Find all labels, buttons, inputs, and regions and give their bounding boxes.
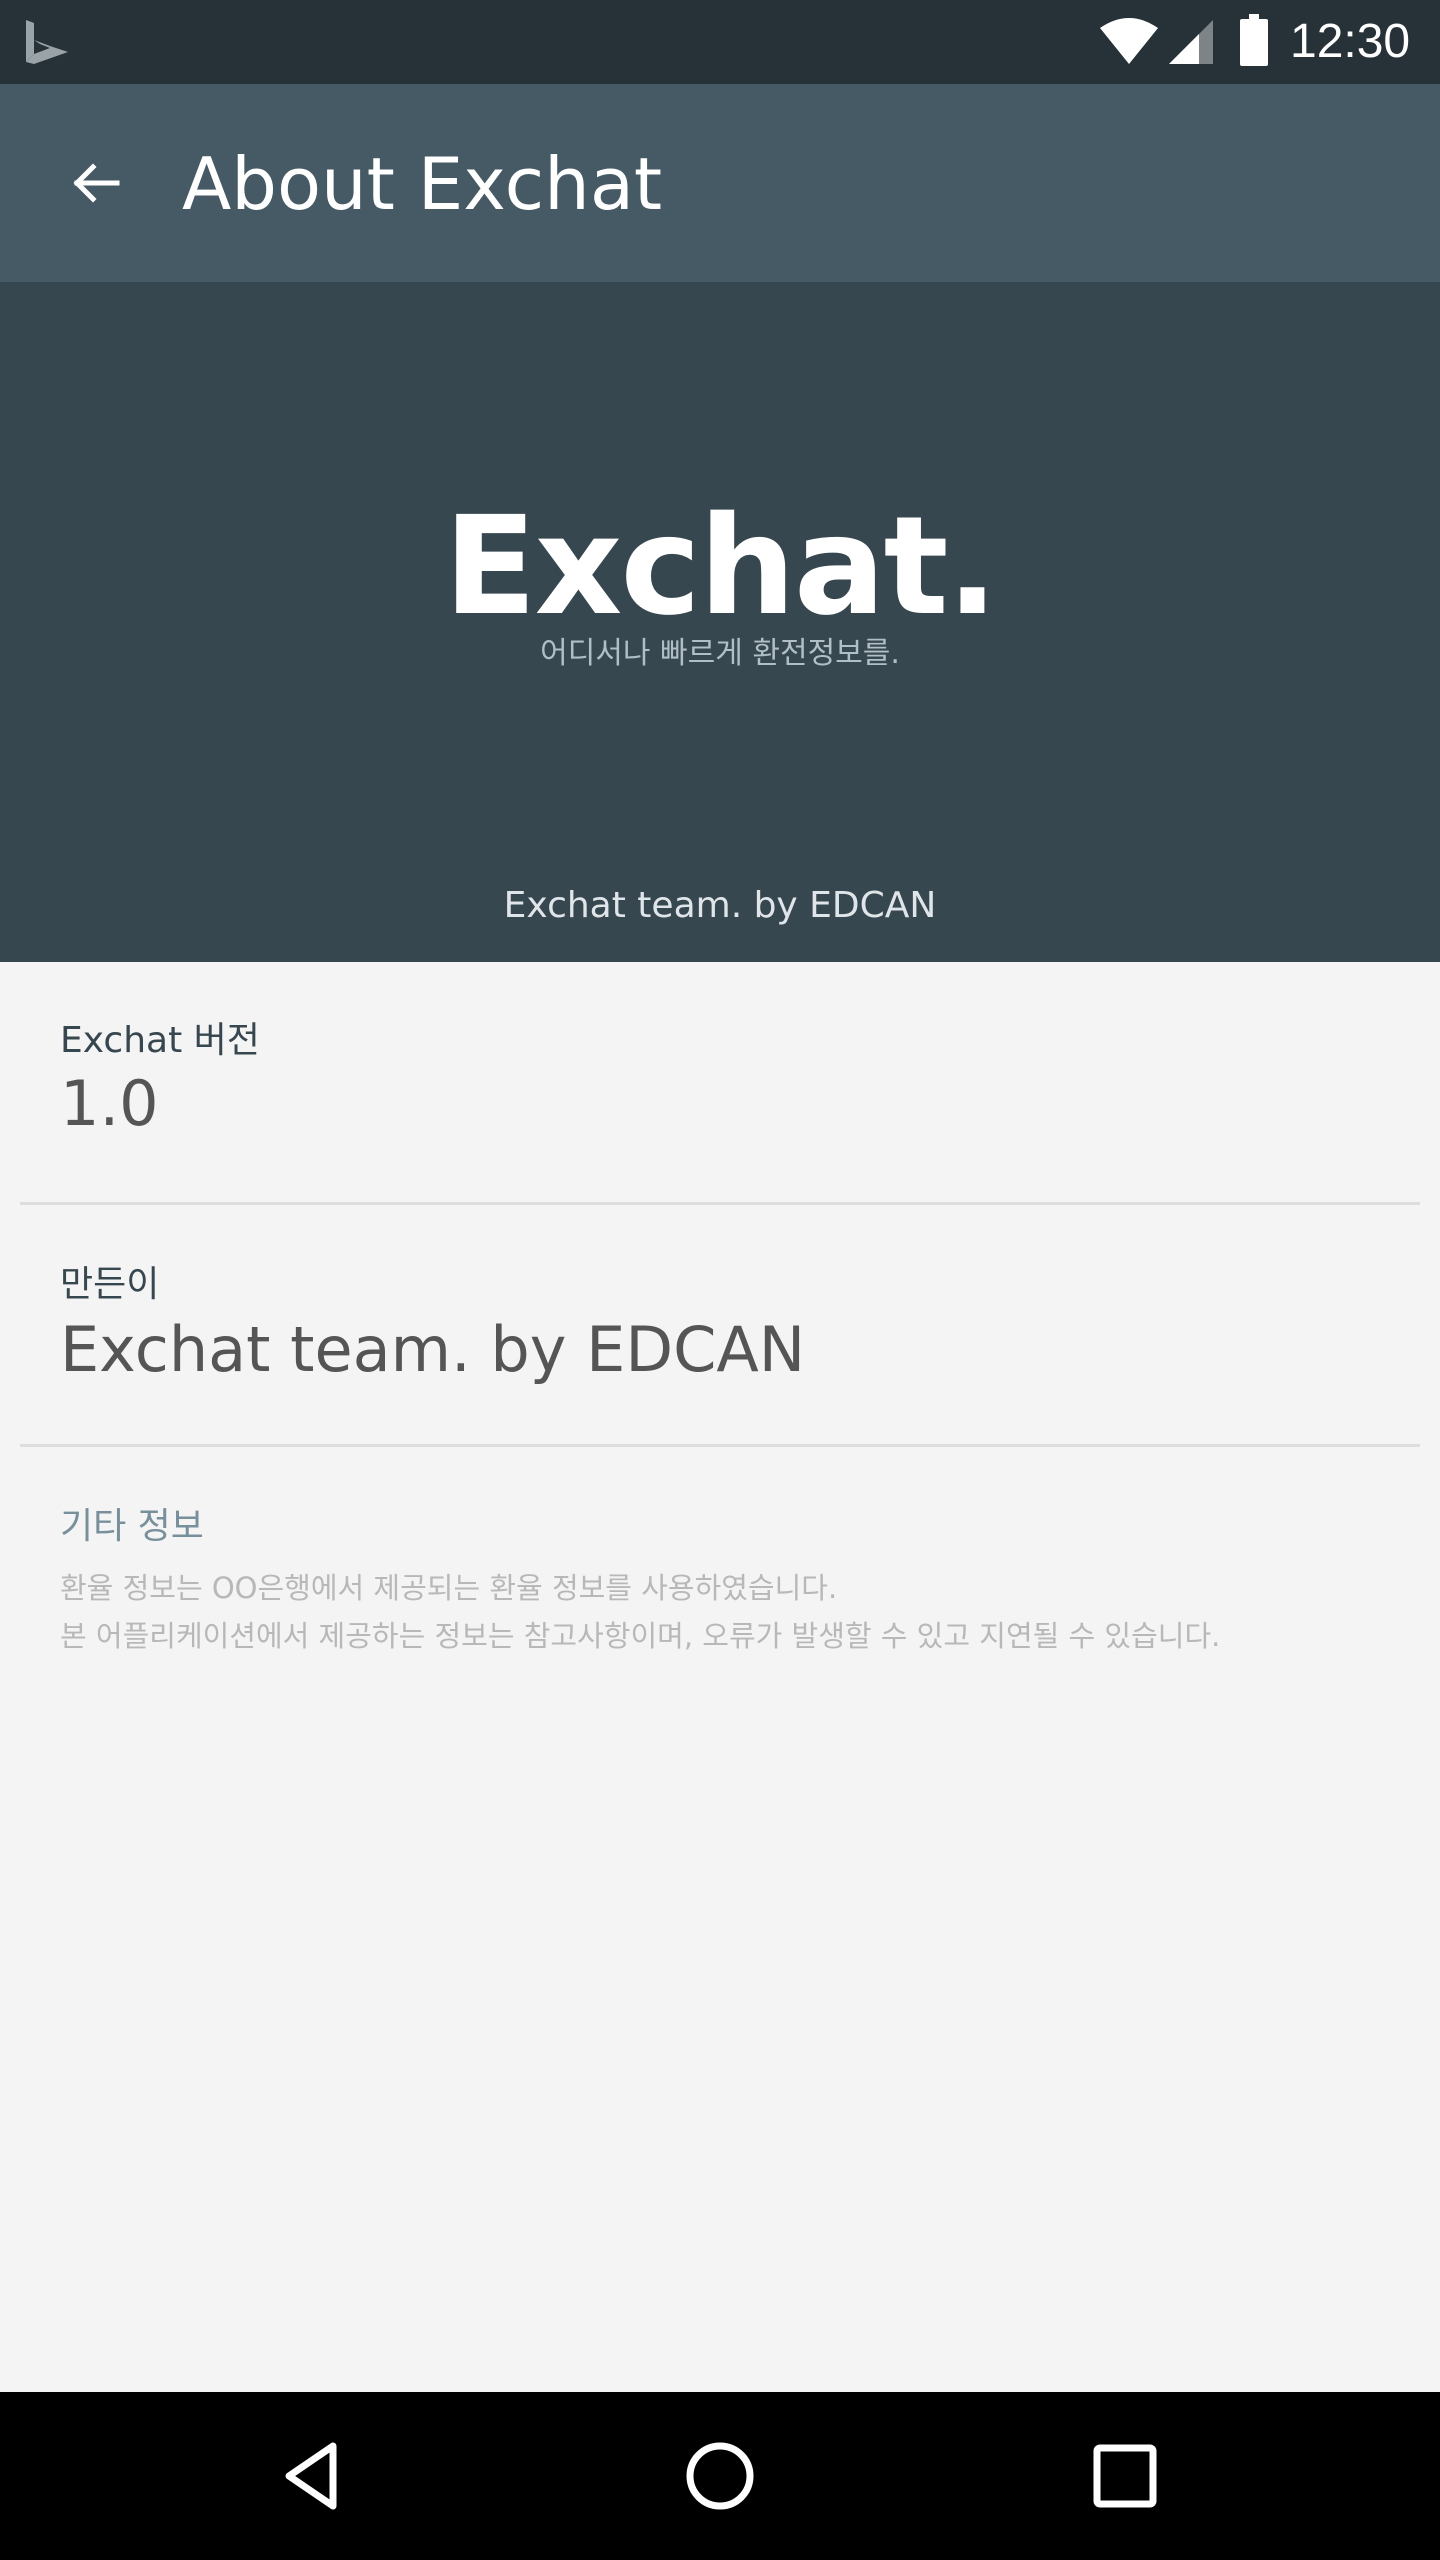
- brand-logo-text: Exchat.: [443, 488, 999, 646]
- nav-back-icon: [285, 2442, 337, 2510]
- maker-value: Exchat team. by EDCAN: [60, 1313, 806, 1386]
- system-nav-bar: [0, 2392, 1440, 2560]
- version-value: 1.0: [60, 1067, 159, 1140]
- back-button[interactable]: [40, 138, 150, 228]
- status-clock: 12:30: [1290, 15, 1411, 68]
- version-section: Exchat 버전 1.0: [0, 962, 1440, 1202]
- status-bar: 12:30: [0, 0, 1440, 84]
- maker-label: 만든이: [60, 1264, 160, 1305]
- page-title: About Exchat: [182, 142, 663, 226]
- nav-back-button[interactable]: [255, 2416, 375, 2536]
- wifi-icon: [1100, 18, 1158, 64]
- arrow-back-icon: [73, 163, 120, 203]
- brand-tagline: 어디서나 빠르게 환전정보를.: [540, 636, 900, 671]
- nav-recents-icon: [1093, 2444, 1157, 2508]
- version-label: Exchat 버전: [60, 1020, 260, 1061]
- battery-icon: [1240, 14, 1268, 66]
- hero-banner: Exchat. 어디서나 빠르게 환전정보를. Exchat team. by …: [0, 282, 1440, 962]
- other-info-title: 기타 정보: [60, 1506, 204, 1547]
- app-bar: About Exchat: [0, 84, 1440, 282]
- nav-home-button[interactable]: [660, 2416, 780, 2536]
- other-info-note: 본 어플리케이션에서 제공하는 정보는 참고사항이며, 오류가 발생할 수 있고…: [60, 1619, 1221, 1653]
- cellular-signal-icon: [1169, 20, 1213, 64]
- other-info-note: 환율 정보는 OO은행에서 제공되는 환율 정보를 사용하였습니다.: [60, 1571, 838, 1605]
- nav-recents-button[interactable]: [1065, 2416, 1185, 2536]
- nav-home-icon: [686, 2442, 754, 2510]
- bing-logo-icon: [26, 20, 68, 64]
- other-info-section: 기타 정보 환율 정보는 OO은행에서 제공되는 환율 정보를 사용하였습니다.…: [0, 1446, 1440, 1746]
- maker-section: 만든이 Exchat team. by EDCAN: [0, 1204, 1440, 1444]
- team-credit: Exchat team. by EDCAN: [503, 885, 937, 926]
